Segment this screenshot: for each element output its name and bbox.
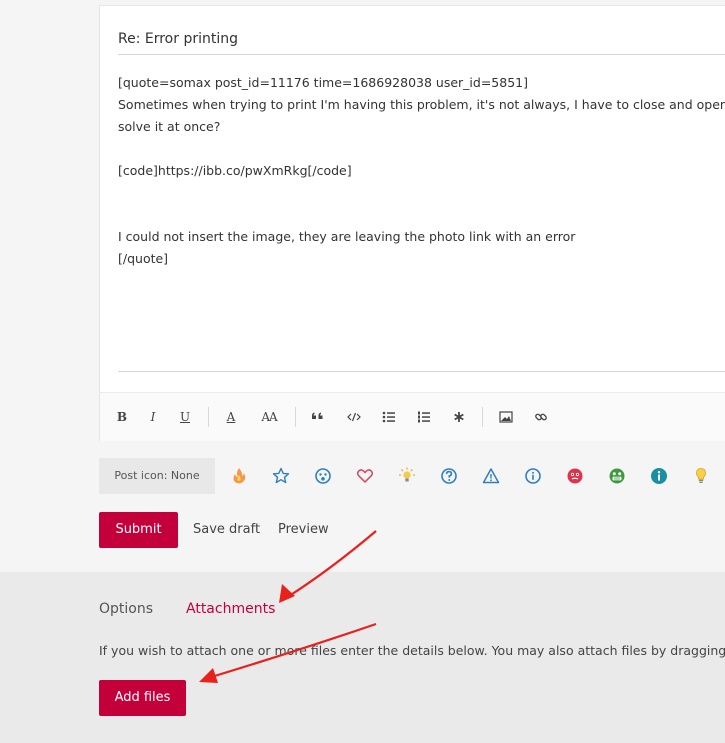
tab-attachments[interactable]: Attachments xyxy=(186,600,275,618)
message-line: I could not insert the image, they are l… xyxy=(118,229,576,244)
textarea-bottom-border xyxy=(118,371,725,372)
underline-button[interactable]: U xyxy=(178,407,192,427)
message-line xyxy=(118,204,725,226)
info-filled-icon[interactable] xyxy=(649,466,669,486)
fire-icon[interactable] xyxy=(229,466,249,486)
post-editor-panel: Re: Error printing [quote=somax post_id=… xyxy=(99,5,725,441)
message-line: solve it at once? xyxy=(118,119,221,134)
surprised-face-icon[interactable] xyxy=(313,466,333,486)
bullet-list-icon[interactable] xyxy=(381,407,397,427)
message-line xyxy=(118,182,725,204)
submit-button[interactable]: Submit xyxy=(99,512,178,548)
bold-button[interactable]: B xyxy=(114,407,130,427)
post-icon-none-option[interactable]: Post icon: None xyxy=(99,458,215,494)
save-draft-button[interactable]: Save draft xyxy=(193,521,260,539)
message-line: [code]https://ibb.co/pwXmRkg[/code] xyxy=(118,163,352,178)
message-line: [quote=somax post_id=11176 time=16869280… xyxy=(118,75,528,90)
add-files-button[interactable]: Add files xyxy=(99,680,186,716)
list-item-asterisk-icon[interactable] xyxy=(451,407,467,427)
quote-icon[interactable] xyxy=(310,407,326,427)
question-icon[interactable] xyxy=(439,466,459,486)
lightbulb-icon[interactable] xyxy=(691,466,711,486)
code-icon[interactable] xyxy=(345,407,363,427)
message-line: [/quote] xyxy=(118,251,169,266)
message-line xyxy=(118,138,725,160)
star-icon[interactable] xyxy=(271,466,291,486)
green-face-icon[interactable] xyxy=(607,466,627,486)
numbered-list-icon[interactable] xyxy=(416,407,432,427)
format-toolbar: B I U A AA xyxy=(100,392,725,441)
warning-icon[interactable] xyxy=(481,466,501,486)
heart-icon[interactable] xyxy=(355,466,375,486)
message-line: Sometimes when trying to print I'm havin… xyxy=(118,97,725,112)
lightbulb-sun-icon[interactable] xyxy=(397,466,417,486)
link-icon[interactable] xyxy=(533,407,549,427)
font-size-button[interactable]: AA xyxy=(258,407,280,427)
message-textarea[interactable]: [quote=somax post_id=11176 time=16869280… xyxy=(118,72,725,270)
attachments-info-text: If you wish to attach one or more files … xyxy=(99,643,725,658)
toolbar-divider xyxy=(482,407,483,427)
red-face-icon[interactable] xyxy=(565,466,585,486)
preview-button[interactable]: Preview xyxy=(278,521,329,539)
subject-field[interactable]: Re: Error printing xyxy=(118,30,725,55)
info-circle-icon[interactable] xyxy=(523,466,543,486)
toolbar-divider xyxy=(208,407,209,427)
font-color-button[interactable]: A xyxy=(223,407,239,427)
toolbar-divider xyxy=(295,407,296,427)
italic-button[interactable]: I xyxy=(146,407,160,427)
tab-options[interactable]: Options xyxy=(99,600,153,618)
image-icon[interactable] xyxy=(498,407,514,427)
